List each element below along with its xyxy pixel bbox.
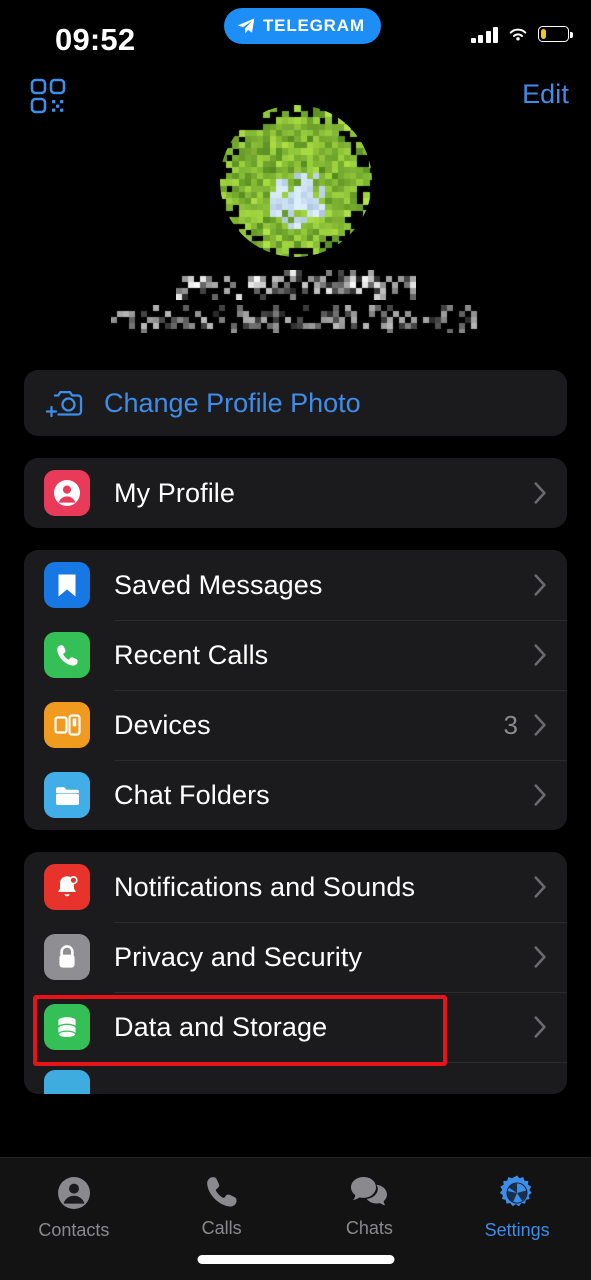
settings-row-label: Notifications and Sounds: [114, 871, 416, 902]
bookmark-icon: [44, 562, 90, 608]
chevron-right-icon: [534, 946, 546, 968]
profile-name-redacted: [0, 270, 591, 300]
settings-row-value: 3: [503, 709, 518, 740]
lock-icon: [44, 934, 90, 980]
tab-contacts[interactable]: Contacts: [0, 1158, 148, 1241]
settings-group-card: Notifications and Sounds Privacy and Sec…: [24, 852, 567, 1094]
appearance-icon: [44, 1070, 90, 1094]
database-icon: [44, 1004, 90, 1050]
chevron-right-icon: [534, 876, 546, 898]
settings-row-my-profile[interactable]: My Profile: [24, 458, 567, 528]
chevron-right-icon: [534, 784, 546, 806]
gear-icon: [500, 1175, 532, 1207]
phone-icon: [44, 632, 90, 678]
settings-row-data-and-storage[interactable]: Data and Storage: [24, 992, 567, 1062]
dynamic-island-telegram-activity[interactable]: TELEGRAM: [224, 8, 381, 44]
profile-status-redacted: [0, 305, 591, 333]
settings-row-label: Saved Messages: [114, 569, 323, 600]
chevron-right-icon: [534, 482, 546, 504]
change-profile-photo-label: Change Profile Photo: [104, 387, 361, 418]
tab-chats[interactable]: Chats: [296, 1158, 444, 1239]
settings-row-saved-messages[interactable]: Saved Messages: [24, 550, 567, 620]
wifi-icon: [509, 28, 527, 41]
cellular-signal-icon: [470, 25, 498, 43]
settings-row-recent-calls[interactable]: Recent Calls: [24, 620, 567, 690]
tab-label: Calls: [201, 1218, 242, 1238]
profile-header: [0, 100, 591, 370]
change-profile-photo-card: Change Profile Photo: [24, 370, 567, 436]
camera-plus-icon: [44, 383, 84, 423]
chevron-right-icon: [534, 644, 546, 666]
paper-plane-icon: [237, 18, 255, 34]
tab-label: Settings: [484, 1220, 550, 1240]
tab-label: Chats: [345, 1218, 393, 1238]
bell-icon: [44, 864, 90, 910]
settings-row-label: My Profile: [114, 477, 236, 508]
phone-icon: [206, 1177, 237, 1207]
settings-row-devices[interactable]: Devices 3: [24, 690, 567, 760]
folder-icon: [44, 772, 90, 818]
status-indicators: [470, 25, 573, 43]
settings-row-privacy-and-security[interactable]: Privacy and Security: [24, 922, 567, 992]
tab-calls[interactable]: Calls: [148, 1158, 296, 1239]
status-bar: 09:52 TELEGRAM: [0, 0, 591, 66]
change-profile-photo-row[interactable]: Change Profile Photo: [24, 370, 567, 436]
settings-row-notifications-and-sounds[interactable]: Notifications and Sounds: [24, 852, 567, 922]
person-circle-icon: [44, 470, 90, 516]
battery-low-icon: [538, 26, 573, 42]
chats-icon: [351, 1177, 388, 1206]
contacts-icon: [57, 1177, 90, 1209]
chevron-right-icon: [534, 714, 546, 736]
settings-row-label: Privacy and Security: [114, 941, 363, 972]
dynamic-island-label: TELEGRAM: [263, 16, 365, 35]
chevron-right-icon: [534, 1016, 546, 1038]
profile-group-card: My Profile: [24, 458, 567, 528]
tab-label: Contacts: [38, 1220, 110, 1240]
settings-row-label: Recent Calls: [114, 639, 269, 670]
avatar[interactable]: [220, 105, 372, 257]
settings-row-appearance-clipped[interactable]: [24, 1062, 567, 1094]
telegram-settings-screen: 09:52 TELEGRAM Edit Change Profile Photo…: [0, 0, 591, 1280]
settings-row-label: Devices: [114, 709, 211, 740]
settings-row-chat-folders[interactable]: Chat Folders: [24, 760, 567, 830]
home-indicator: [197, 1255, 394, 1264]
devices-icon: [44, 702, 90, 748]
settings-scroll-area[interactable]: Change Profile Photo My Profile Saved Me…: [0, 100, 591, 1160]
settings-row-label: Data and Storage: [114, 1011, 328, 1042]
tab-settings[interactable]: Settings: [443, 1158, 591, 1241]
settings-row-label: Chat Folders: [114, 779, 270, 810]
chevron-right-icon: [534, 574, 546, 596]
messages-group-card: Saved Messages Recent Calls Devices 3 Ch…: [24, 550, 567, 830]
status-time: 09:52: [55, 22, 136, 57]
